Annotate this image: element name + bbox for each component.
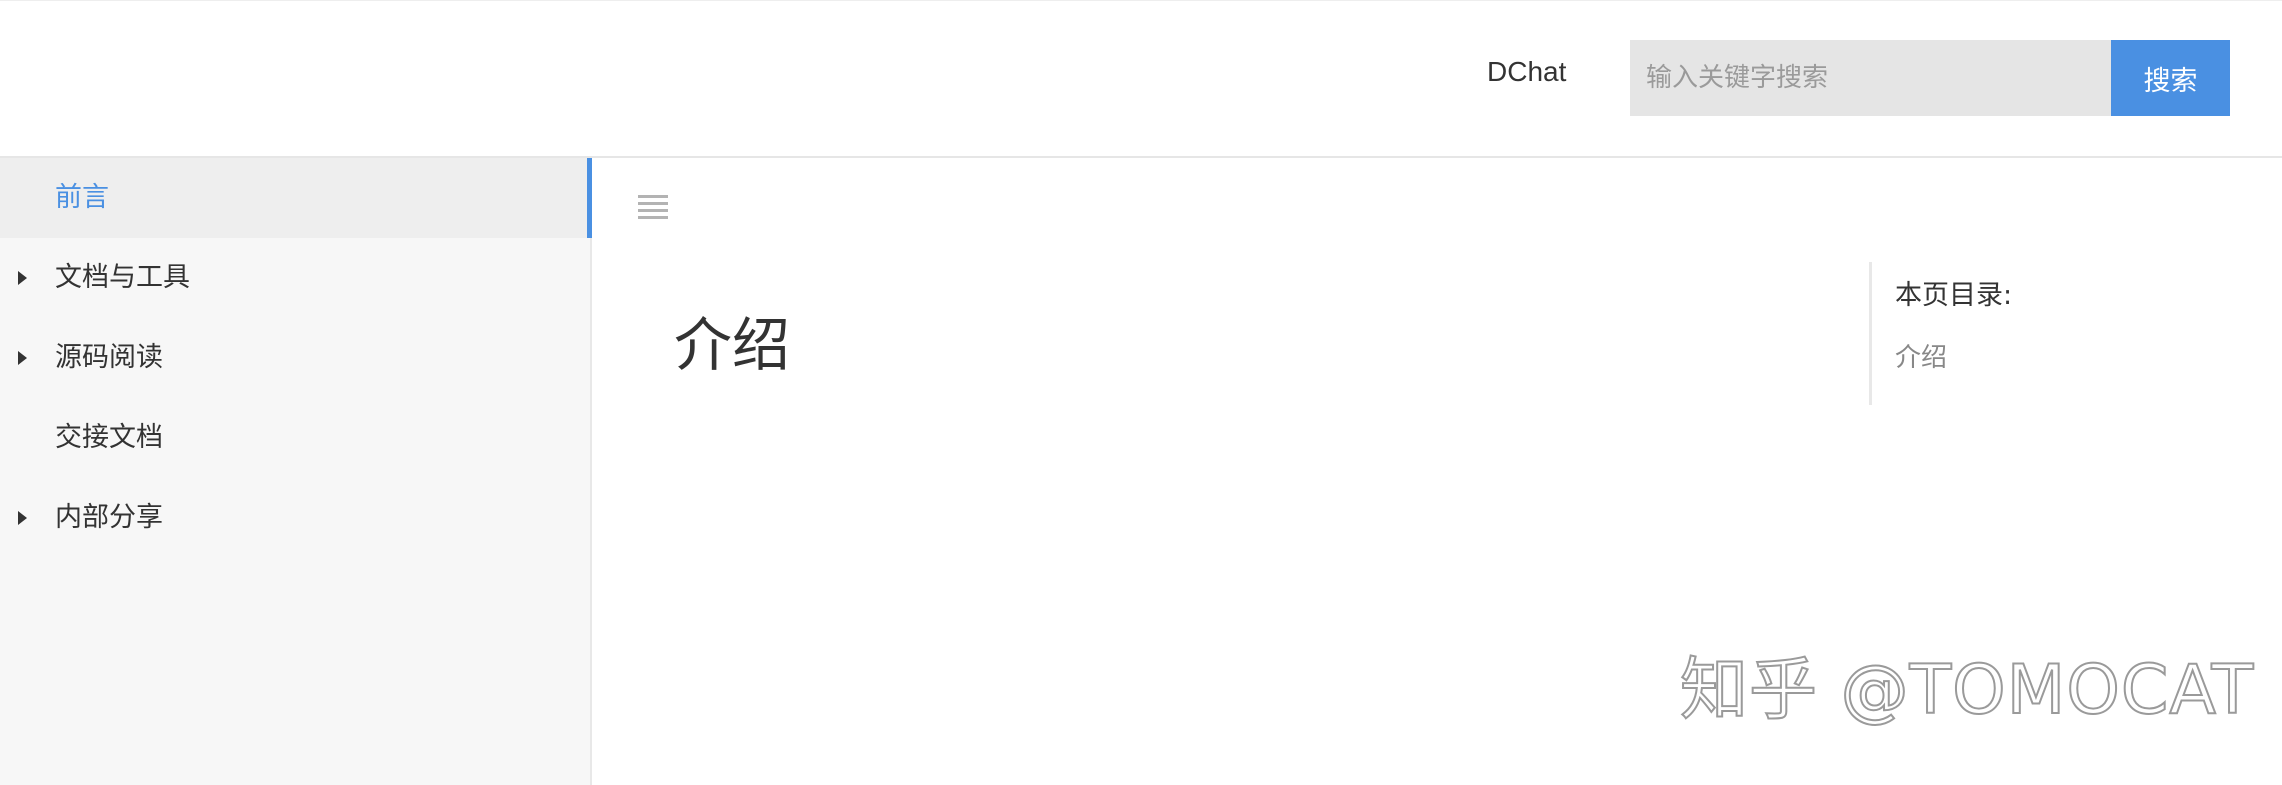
sidebar-item-label: 文档与工具 xyxy=(55,262,190,293)
caret-right-icon[interactable] xyxy=(18,511,27,525)
sidebar-item-preface[interactable]: 前言 xyxy=(0,158,592,238)
sidebar-item-label: 交接文档 xyxy=(55,422,163,453)
sidebar: 前言 文档与工具 源码阅读 交接文档 内部分享 xyxy=(0,158,592,785)
header-top-divider xyxy=(0,0,2282,1)
top-header: DChat 搜索 xyxy=(0,0,2282,158)
sidebar-item-source-reading[interactable]: 源码阅读 xyxy=(0,318,590,398)
caret-right-icon[interactable] xyxy=(18,271,27,285)
sidebar-item-label: 内部分享 xyxy=(55,502,163,533)
sidebar-item-handover-docs[interactable]: 交接文档 xyxy=(0,398,590,478)
page-toc: 本页目录: 介绍 xyxy=(1869,262,2169,405)
sidebar-item-label: 源码阅读 xyxy=(55,342,163,373)
hamburger-menu-icon[interactable] xyxy=(638,195,668,219)
caret-right-icon[interactable] xyxy=(18,351,27,365)
sidebar-item-internal-sharing[interactable]: 内部分享 xyxy=(0,478,590,558)
search-input[interactable] xyxy=(1630,40,2111,116)
toc-title: 本页目录: xyxy=(1895,280,2013,311)
watermark: 知乎 @TOMOCAT xyxy=(1679,650,2255,731)
sidebar-item-docs-and-tools[interactable]: 文档与工具 xyxy=(0,238,590,318)
page-title: 介绍 xyxy=(674,311,791,379)
brand-link[interactable]: DChat xyxy=(1487,52,1566,92)
search-button[interactable]: 搜索 xyxy=(2111,40,2230,116)
sidebar-item-label: 前言 xyxy=(55,182,109,213)
toc-link-intro[interactable]: 介绍 xyxy=(1895,338,1947,378)
